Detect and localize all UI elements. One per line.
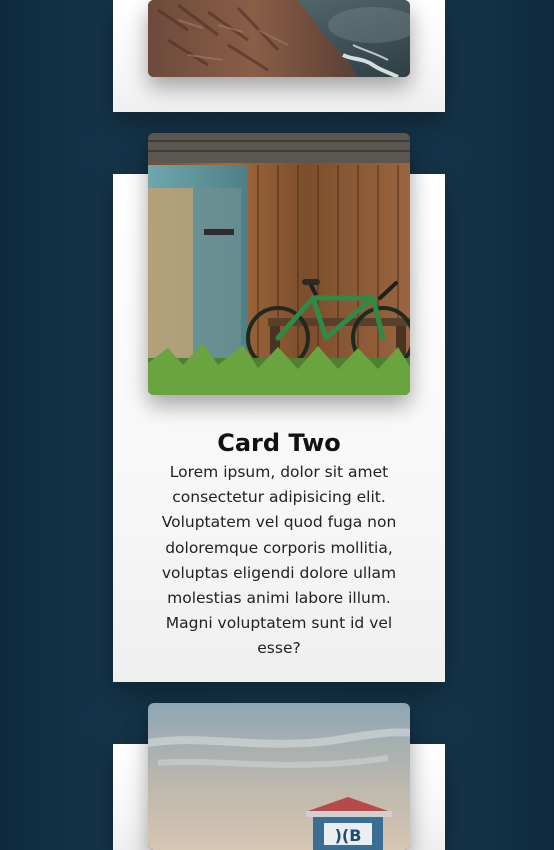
card-three-image: )(B	[148, 703, 410, 850]
card-two-text: Lorem ipsum, dolor sit amet consectetur …	[161, 463, 397, 658]
lifeguard-tower-photo: )(B	[148, 703, 410, 850]
cliff-ocean-photo	[148, 0, 410, 77]
card-two-image	[148, 133, 410, 395]
card-two-title: Card Two	[217, 429, 341, 457]
card-one-image	[148, 0, 410, 77]
svg-text:)(B: )(B	[335, 826, 362, 845]
bicycle-wooden-door-photo	[148, 133, 410, 395]
